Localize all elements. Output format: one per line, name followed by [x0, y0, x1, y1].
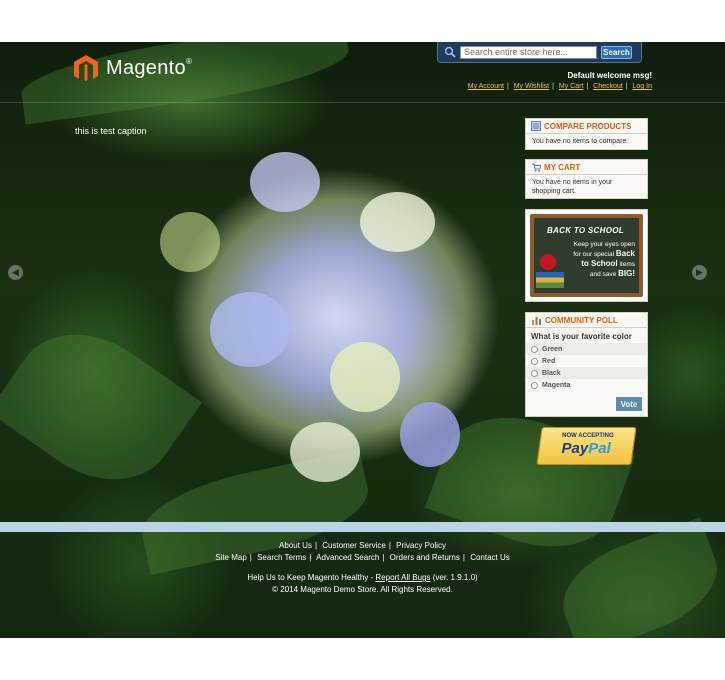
store-logo[interactable]: Magento® — [72, 54, 192, 82]
back-to-school-banner[interactable]: BACK TO SCHOOL Keep your eyes open for o… — [525, 209, 648, 302]
community-poll-block: Community Poll What is your favorite col… — [525, 312, 648, 417]
search-terms-link[interactable]: Search Terms — [257, 553, 306, 562]
paypal-badge[interactable]: NOW ACCEPTING PayPal — [536, 427, 637, 465]
cart-empty-text: You have no items in your shopping cart. — [532, 179, 613, 195]
poll-question: What is your favorite color — [531, 332, 632, 341]
my-cart-title[interactable]: My Cart — [544, 163, 580, 172]
radio-button[interactable] — [531, 369, 538, 377]
compare-empty-text: You have no items to compare. — [532, 138, 629, 145]
community-poll-header: Community Poll — [526, 313, 647, 328]
vote-button[interactable]: Vote — [616, 397, 642, 411]
chevron-right-icon: ▶ — [696, 267, 703, 277]
footer-band — [0, 522, 725, 532]
version-text: (ver. 1.9.1.0) — [432, 573, 478, 582]
logo-registered-mark: ® — [185, 56, 193, 66]
radio-button[interactable] — [531, 345, 538, 353]
banner-emphasis: BIG! — [618, 269, 635, 278]
books-icon — [536, 272, 564, 288]
banner-line: Keep your eyes open — [573, 241, 635, 248]
petal-shape — [210, 292, 290, 367]
petal-shape — [360, 192, 435, 252]
community-poll-title: Community Poll — [545, 315, 618, 325]
footer-links-row: Site Map | Search Terms | Advanced Search |… — [215, 553, 510, 562]
poll-options: Green Red Black Magenta — [526, 343, 647, 391]
banner-text: Keep your eyes open for our special Back… — [557, 240, 635, 279]
my-cart-header: My Cart — [526, 160, 647, 175]
header-divider — [0, 102, 725, 103]
banner-emphasis: to School — [581, 259, 618, 268]
my-wishlist-link[interactable]: My Wishlist — [514, 83, 549, 90]
banner-emphasis: Back — [615, 249, 635, 258]
poll-option-label: Red — [542, 357, 556, 365]
slider-prev-button[interactable]: ◀ — [8, 265, 23, 280]
logo-text: Magento — [106, 56, 186, 79]
banner-line: for our special — [573, 251, 615, 258]
poll-option-red[interactable]: Red — [526, 355, 647, 367]
banner-line: items — [619, 261, 635, 268]
slider-caption: this is test caption — [75, 126, 147, 136]
welcome-message: Default welcome msg! — [567, 71, 652, 80]
paypal-brand-part: Pay — [561, 440, 589, 457]
apple-icon — [540, 254, 556, 270]
poll-option-green[interactable]: Green — [526, 343, 647, 355]
poll-option-label: Black — [542, 369, 561, 377]
radio-button[interactable] — [531, 381, 538, 389]
poll-option-magenta[interactable]: Magenta — [526, 379, 647, 391]
petal-shape — [400, 402, 460, 467]
banner-line: and save — [589, 271, 617, 278]
petal-shape — [250, 152, 320, 212]
about-us-link[interactable]: About Us — [279, 541, 312, 550]
chevron-left-icon: ◀ — [12, 267, 19, 277]
paypal-logo: PayPal — [540, 440, 633, 457]
privacy-policy-link[interactable]: Privacy Policy — [396, 541, 446, 550]
search-icon[interactable] — [444, 46, 456, 58]
poll-icon — [532, 316, 541, 325]
compare-products-block: Compare Products You have no items to co… — [525, 118, 648, 150]
report-bugs-link[interactable]: Report All Bugs — [375, 573, 430, 582]
search-button[interactable]: Search — [601, 45, 632, 59]
petal-shape — [330, 342, 400, 412]
my-cart-block: My Cart You have no items in your shoppi… — [525, 159, 648, 199]
header-links: My Account | My Wishlist | My Cart | Checko… — [467, 83, 652, 90]
my-account-link[interactable]: My Account — [468, 83, 504, 90]
customer-service-link[interactable]: Customer Service — [322, 541, 386, 550]
orders-and-returns-link[interactable]: Orders and Returns — [390, 553, 460, 562]
cart-icon — [532, 163, 541, 172]
footer-links-row: About Us | Customer Service | Privacy Poli… — [279, 541, 446, 550]
radio-button[interactable] — [531, 357, 538, 365]
advanced-search-link[interactable]: Advanced Search — [316, 553, 379, 562]
leaf-shape — [0, 305, 202, 509]
contact-us-link[interactable]: Contact Us — [470, 553, 510, 562]
copyright-text: © 2014 Magento Demo Store. All Rights Re… — [272, 585, 453, 594]
checkout-link[interactable]: Checkout — [593, 83, 623, 90]
site-map-link[interactable]: Site Map — [215, 553, 247, 562]
poll-option-label: Magenta — [542, 381, 571, 389]
magento-logo-icon — [74, 55, 98, 81]
banner-heading: BACK TO SCHOOL — [547, 226, 624, 235]
compare-icon — [531, 121, 541, 131]
search-bar: Search — [437, 42, 642, 63]
paypal-brand-part: Pal — [588, 440, 611, 457]
slider-next-button[interactable]: ▶ — [692, 265, 707, 280]
compare-products-title[interactable]: Compare Products — [544, 122, 631, 131]
footer: About Us | Customer Service | Privacy Poli… — [0, 540, 725, 596]
paypal-accepting-text: NOW ACCEPTING — [562, 433, 614, 439]
compare-products-header: Compare Products — [526, 119, 647, 134]
search-input[interactable] — [460, 45, 597, 59]
chalkboard: BACK TO SCHOOL Keep your eyes open for o… — [530, 214, 643, 297]
petal-shape — [160, 212, 220, 272]
help-text: Help Us to Keep Magento Healthy - — [247, 573, 374, 582]
poll-option-label: Green — [542, 345, 563, 353]
petal-shape — [290, 422, 360, 482]
my-cart-link[interactable]: My Cart — [559, 83, 584, 90]
footer-help-row: Help Us to Keep Magento Healthy - Report… — [0, 572, 725, 584]
poll-option-black[interactable]: Black — [526, 367, 647, 379]
log-in-link[interactable]: Log In — [633, 83, 652, 90]
